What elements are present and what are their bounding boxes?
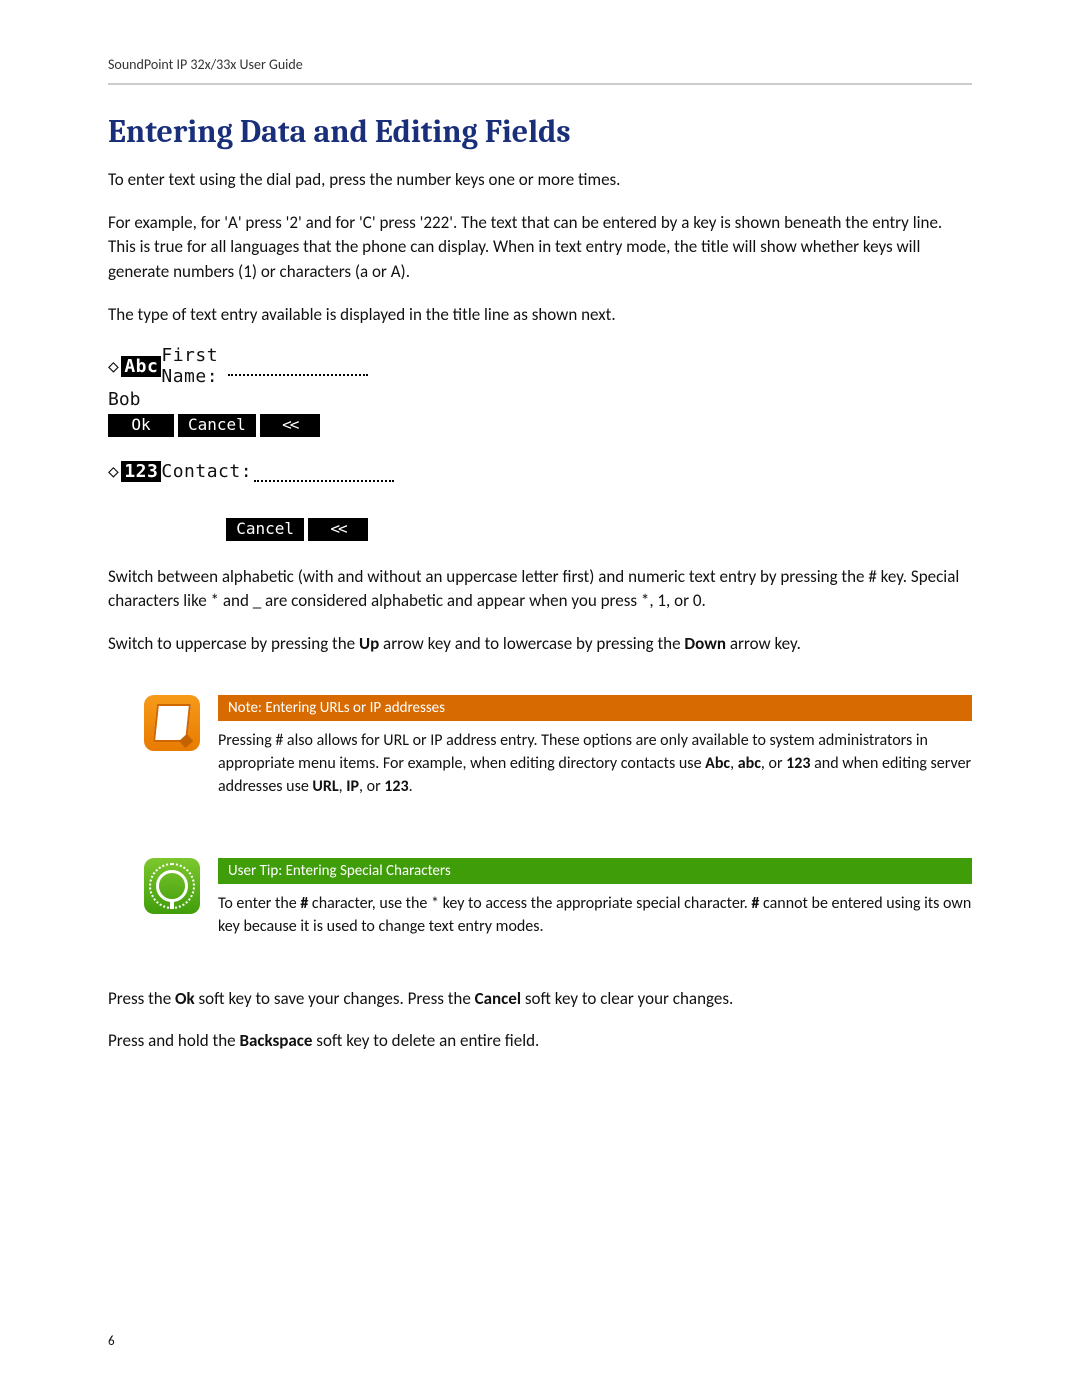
softkey-backspace[interactable]: << — [308, 518, 368, 541]
text: To enter the — [218, 894, 300, 913]
softkey-ok[interactable]: Ok — [108, 414, 174, 437]
text: soft key to delete an entire field. — [312, 1030, 539, 1051]
para-title-line: The type of text entry available is disp… — [108, 303, 972, 328]
nav-diamond-icon: ◇ — [108, 461, 119, 482]
entry-mode-badge: 123 — [121, 461, 161, 482]
para-backspace: Press and hold the Backspace soft key to… — [108, 1029, 972, 1054]
softkey-row: Ok Cancel << — [108, 414, 368, 437]
bold: Backspace — [239, 1030, 312, 1051]
softkey-row: Cancel << — [108, 518, 368, 541]
running-header: SoundPoint IP 32x/33x User Guide — [108, 56, 972, 73]
dotted-underline — [228, 356, 368, 376]
tip-text: To enter the # character, use the * key … — [218, 884, 972, 938]
text: . — [409, 777, 413, 796]
header-rule — [108, 83, 972, 85]
lcd-contact: ◇ 123 Contact: Cancel << — [108, 461, 368, 541]
text: Press and hold the — [108, 1030, 239, 1051]
text: , or — [359, 777, 384, 796]
text: , — [730, 754, 738, 773]
field-value: Bob — [108, 389, 368, 410]
softkey-backspace[interactable]: << — [260, 414, 320, 437]
bold: abc — [738, 754, 761, 773]
page: SoundPoint IP 32x/33x User Guide Enterin… — [0, 0, 1080, 1397]
bold: 123 — [384, 777, 408, 796]
para-example: For example, for 'A' press '2' and for '… — [108, 211, 972, 285]
text: soft key to clear your changes. — [521, 988, 733, 1009]
note-callout: Note: Entering URLs or IP addresses Pres… — [144, 695, 972, 799]
text: , or — [761, 754, 786, 773]
bold: Abc — [705, 754, 730, 773]
text: Switch to uppercase by pressing the — [108, 633, 359, 654]
note-icon — [144, 695, 200, 751]
bold: URL — [312, 777, 338, 796]
bold: Cancel — [475, 988, 521, 1009]
para-ok-cancel: Press the Ok soft key to save your chang… — [108, 987, 972, 1012]
tip-callout: User Tip: Entering Special Characters To… — [144, 858, 972, 938]
text: soft key to save your changes. Press the — [195, 988, 475, 1009]
nav-diamond-icon: ◇ — [108, 356, 119, 377]
softkey-cancel[interactable]: Cancel — [178, 414, 256, 437]
field-label: Contact: — [161, 461, 252, 482]
softkey-cancel[interactable]: Cancel — [226, 518, 304, 541]
text: arrow key. — [726, 633, 801, 654]
para-intro: To enter text using the dial pad, press … — [108, 168, 972, 193]
text: Press the — [108, 988, 175, 1009]
bold: 123 — [786, 754, 810, 773]
bold: IP — [346, 777, 359, 796]
page-number: 6 — [108, 1334, 115, 1349]
note-text: Pressing # also allows for URL or IP add… — [218, 721, 972, 799]
text: character, use the * key to access the a… — [308, 894, 751, 913]
lcd-first-name: ◇ Abc First Name: Bob Ok Cancel << — [108, 345, 368, 437]
bold-up: Up — [359, 633, 379, 654]
para-switch-case: Switch to uppercase by pressing the Up a… — [108, 632, 972, 657]
note-body: Note: Entering URLs or IP addresses Pres… — [218, 695, 972, 799]
field-label: First Name: — [161, 345, 226, 387]
entry-mode-badge: Abc — [121, 356, 161, 377]
section-heading: Entering Data and Editing Fields — [108, 113, 972, 150]
tip-body: User Tip: Entering Special Characters To… — [218, 858, 972, 938]
tip-icon — [144, 858, 200, 914]
dotted-underline — [254, 462, 394, 482]
para-switch-mode: Switch between alphabetic (with and with… — [108, 565, 972, 614]
bold-down: Down — [684, 633, 726, 654]
bold: Ok — [175, 988, 195, 1009]
note-title-bar: Note: Entering URLs or IP addresses — [218, 695, 972, 721]
text: arrow key and to lowercase by pressing t… — [379, 633, 684, 654]
tip-title-bar: User Tip: Entering Special Characters — [218, 858, 972, 884]
